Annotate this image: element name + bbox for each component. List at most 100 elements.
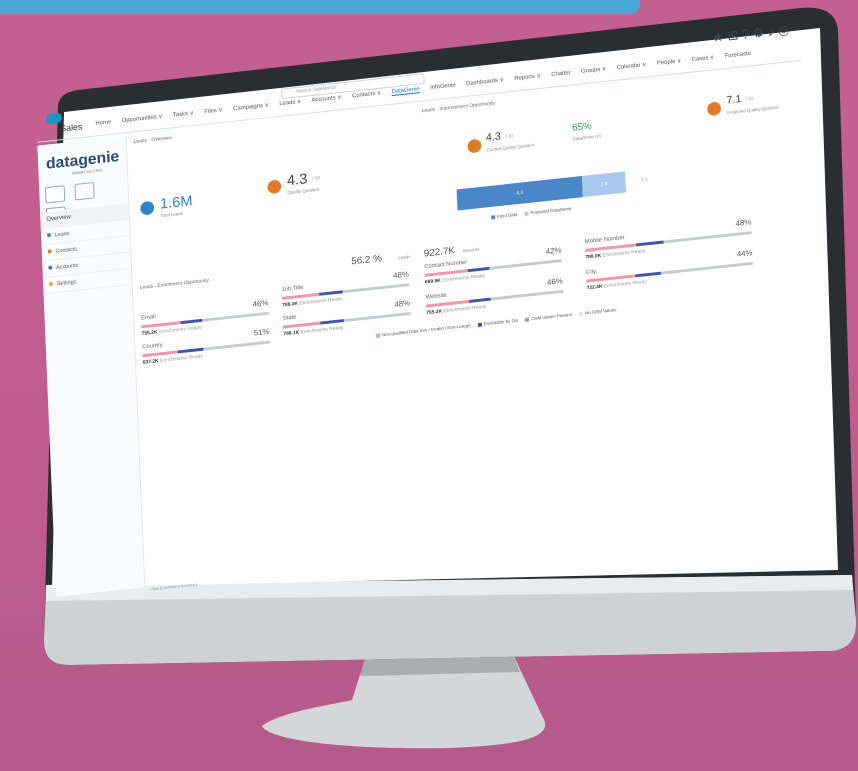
app-name[interactable]: Sales — [60, 122, 82, 134]
quality-value: 4.3 — [286, 170, 308, 190]
legend-label: CRM Values Present — [531, 312, 573, 322]
input-data-bar: 4.3 — [456, 176, 583, 211]
sidebar-item-label: Accounts — [56, 262, 79, 271]
field-pct: 46% — [252, 298, 269, 309]
records-label: Records — [462, 246, 480, 254]
tab-home[interactable]: Home — [95, 119, 111, 126]
quality-icon — [267, 179, 282, 195]
field-pct: 48% — [394, 298, 411, 309]
main-content: Leads - Overview Leads - Improvement Opp… — [128, 64, 823, 591]
field-name: City — [585, 268, 597, 276]
bar-end-label: 7.1 — [641, 176, 648, 183]
field-bar-enrichable — [636, 240, 664, 247]
field-name: Job Title — [281, 284, 304, 294]
current-quality-icon — [467, 138, 482, 154]
tab-cases[interactable]: Cases ∨ — [692, 55, 715, 63]
sigma-icon — [140, 200, 155, 216]
field-name: Website — [425, 292, 447, 301]
breadcrumb-improvement: Leads - Improvement Opportunity — [421, 100, 495, 115]
tab-files[interactable]: Files ∨ — [204, 107, 223, 115]
bell-icon[interactable]: ♪ — [767, 24, 775, 40]
tab-reports[interactable]: Reports ∨ — [514, 73, 541, 82]
legend-swatch-present — [525, 317, 530, 322]
legend-projected-label: Projected DataGenie — [530, 206, 572, 216]
accounts-icon — [48, 265, 53, 270]
tab-opportunities[interactable]: Opportunities ∨ — [122, 114, 163, 124]
projected-quality-icon — [706, 101, 722, 117]
field-bar-enrichable — [469, 297, 491, 303]
leads-icon — [46, 232, 51, 238]
lift-label: DataGenie Lift — [572, 133, 601, 142]
app-window: Search Salesforce Sales Home Opportuniti… — [36, 27, 858, 612]
field-bar-enrichable — [180, 318, 203, 325]
breadcrumb: Leads - Overview — [133, 135, 172, 145]
contacts-icon — [47, 249, 52, 254]
field-bar-enrichable — [319, 290, 343, 296]
tab-campaigns[interactable]: Campaigns ∨ — [233, 103, 269, 113]
tab-groups[interactable]: Groups ∨ — [581, 66, 606, 74]
leads-pct: 56.2 % — [351, 253, 383, 268]
quality-legend: Input Data Projected DataGenie — [485, 206, 571, 220]
legend-label: Enrichable by DG — [483, 317, 519, 327]
sidebar-item-label: Leads — [54, 230, 70, 239]
field-pct: 48% — [393, 269, 410, 281]
salesforce-logo[interactable] — [45, 112, 62, 125]
field-name: Mobile Number — [584, 235, 625, 246]
field-bar-enrichable — [635, 271, 661, 278]
sidebar-item-label: Settings — [56, 279, 77, 288]
legend-swatch-novalues — [579, 311, 584, 316]
legend-input-label: Input Data — [496, 211, 518, 219]
quality-max: / 10 — [312, 175, 320, 181]
tab-tasks[interactable]: Tasks ∨ — [173, 111, 194, 119]
star-icon[interactable]: ★ — [711, 29, 724, 45]
tab-people[interactable]: People ∨ — [657, 58, 681, 66]
projected-data-bar: 2.8 — [582, 171, 626, 198]
current-quality-max: / 10 — [505, 133, 514, 139]
tab-infogenie[interactable]: InfoGenie — [430, 83, 456, 91]
tab-calendar[interactable]: Calendar ∨ — [617, 62, 647, 71]
add-icon[interactable]: ⊞ — [727, 27, 739, 43]
total-leads-label: Total Leads — [160, 211, 184, 219]
tab-chatter[interactable]: Chatter — [551, 70, 571, 78]
tab-datagenie[interactable]: DataGenie — [391, 86, 420, 97]
projected-label: Projected Quality Quotient — [726, 104, 779, 116]
tab-dashboards[interactable]: Dashboards ∨ — [466, 77, 504, 87]
field-name: State — [282, 314, 297, 322]
field-name: Country — [142, 342, 163, 351]
legend-swatch-enrichable — [477, 322, 482, 327]
field-name: Contact Number — [424, 259, 468, 271]
projected-value: 7.1 — [726, 93, 742, 107]
edit-view-button[interactable] — [74, 181, 96, 201]
projected-max: / 10 — [746, 95, 754, 102]
lift-value: 65% — [571, 120, 592, 134]
gear-icon[interactable]: ⚙ — [752, 25, 765, 41]
legend-label: No CRM Values — [584, 307, 617, 316]
legend-swatch-input — [491, 215, 496, 220]
sidebar: datagenie SMART AS CRM Overview Leads Co… — [37, 136, 146, 597]
enrichment-section-title: Leads - Enrichment Opportunity — [139, 277, 210, 291]
tab-forecasts[interactable]: Forecasts — [725, 51, 751, 60]
help-icon[interactable]: ? — [741, 26, 750, 42]
legend-swatch-projected — [524, 211, 529, 216]
field-bar-enrichable — [177, 347, 204, 354]
avatar[interactable]: ◎ — [777, 22, 790, 38]
settings-icon — [48, 281, 54, 287]
legend-swatch-nonqualified — [375, 333, 381, 338]
enrichment-summary-link[interactable]: View Enrichment Summary — [150, 582, 197, 592]
total-leads-value: 1.6M — [159, 192, 193, 213]
field-pct: 44% — [736, 248, 753, 259]
field-name: Email — [140, 314, 156, 322]
tab-contacts[interactable]: Contacts ∨ — [352, 90, 381, 99]
tab-accounts[interactable]: Accounts ∨ — [311, 95, 341, 104]
current-quality-label: Current Quality Quotient — [486, 142, 535, 153]
field-pct: 51% — [253, 327, 270, 338]
sidebar-item-label: Contacts — [55, 246, 77, 255]
tab-leads[interactable]: Leads ∨ — [279, 99, 301, 107]
field-bar-enrichable — [320, 319, 344, 325]
field-bar-enrichable — [467, 266, 490, 273]
field-pct: 42% — [545, 245, 562, 257]
dashboard-view-button[interactable] — [45, 185, 66, 204]
field-pct: 46% — [546, 276, 563, 287]
sidebar-menu: Overview Leads Contacts Accounts Setting… — [40, 203, 132, 295]
current-quality-value: 4.3 — [485, 130, 502, 144]
